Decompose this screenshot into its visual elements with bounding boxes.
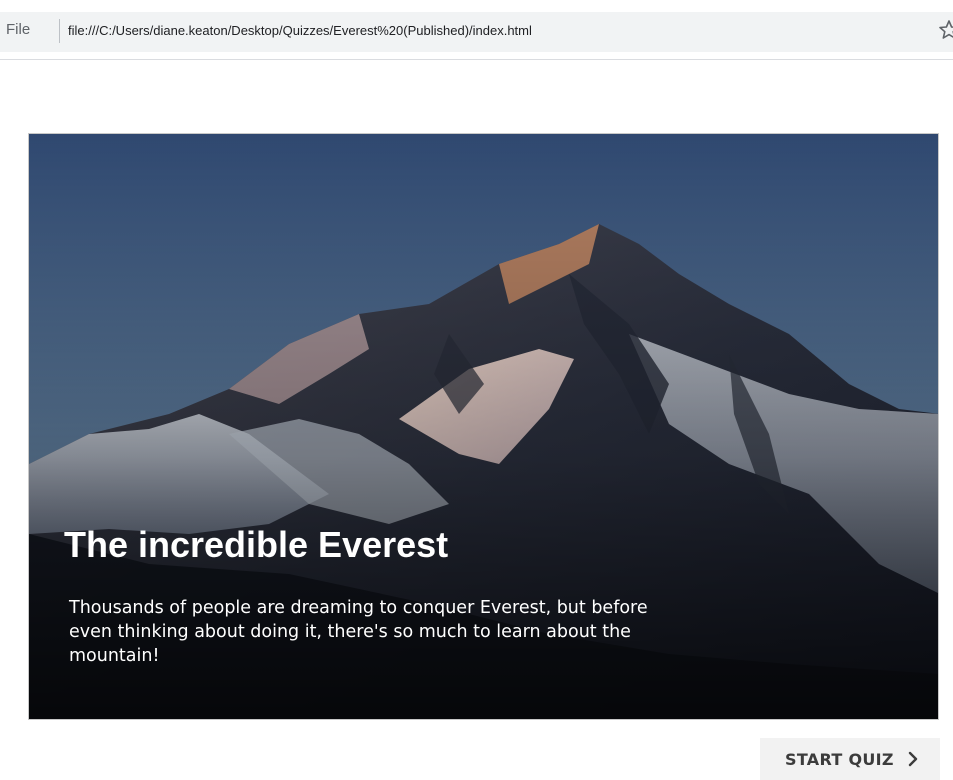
file-scheme-label: File [6, 21, 31, 38]
hero-banner: The incredible Everest Thousands of peop… [28, 133, 939, 720]
omnibox[interactable]: File file:///C:/Users/diane.keaton/Deskt… [0, 12, 953, 52]
chevron-right-icon [907, 751, 919, 771]
scheme-divider [59, 19, 60, 43]
star-icon[interactable] [937, 18, 953, 42]
hero-description: Thousands of people are dreaming to conq… [69, 598, 648, 666]
browser-address-bar: File file:///C:/Users/diane.keaton/Deskt… [0, 0, 953, 60]
hero-title: The incredible Everest [64, 524, 449, 565]
start-quiz-button[interactable]: START QUIZ [760, 738, 940, 780]
start-quiz-label: START QUIZ [785, 750, 894, 769]
url-text[interactable]: file:///C:/Users/diane.keaton/Desktop/Qu… [68, 23, 532, 38]
